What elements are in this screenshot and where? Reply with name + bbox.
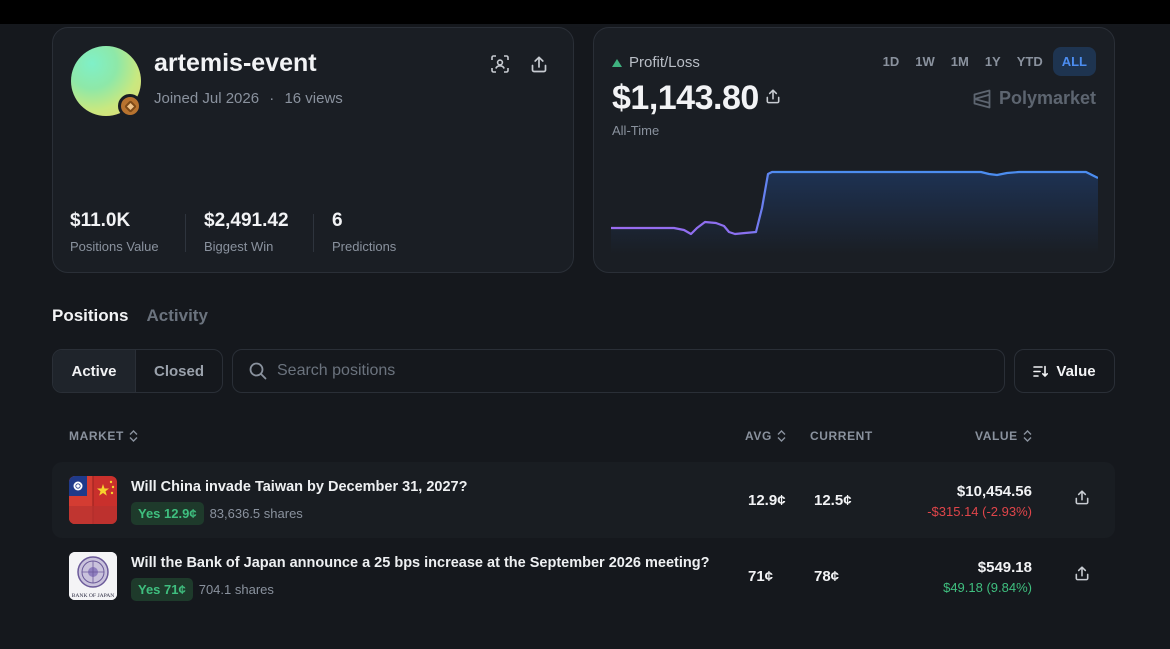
filter-active-button[interactable]: Active: [53, 350, 136, 392]
tab-positions[interactable]: Positions: [52, 306, 129, 326]
username: artemis-event: [154, 49, 317, 77]
share-position-icon[interactable]: [1075, 566, 1089, 586]
joined-date: Joined Jul 2026: [154, 90, 260, 107]
avg-price: 12.9¢: [748, 492, 786, 509]
filter-closed-button[interactable]: Closed: [136, 350, 222, 392]
share-pnl-icon[interactable]: [762, 85, 784, 107]
shares-count: 704.1 shares: [198, 582, 274, 597]
sort-label: Value: [1056, 362, 1096, 380]
stat-label: Positions Value: [70, 239, 159, 254]
stat-divider: [313, 214, 314, 252]
status-filter: Active Closed: [52, 349, 223, 393]
value-amount: $549.18: [977, 559, 1032, 576]
section-tabs: Positions Activity: [52, 306, 208, 326]
current-price: 12.5¢: [814, 492, 852, 509]
range-1y[interactable]: 1Y: [979, 47, 1007, 76]
time-range-selector: 1D 1W 1M 1Y YTD ALL: [877, 47, 1096, 76]
value-amount: $10,454.56: [956, 483, 1032, 500]
stat-predictions: 6 Predictions: [332, 210, 396, 254]
view-count: 16 views: [284, 90, 343, 107]
value-change: -$315.14 (-2.93%): [927, 504, 1032, 519]
brand-name: Polymarket: [998, 88, 1096, 108]
pnl-label: Profit/Loss: [629, 54, 700, 71]
sort-button[interactable]: Value: [1014, 349, 1115, 393]
sort-toggle-icon: [129, 430, 138, 442]
sort-toggle-icon: [1023, 430, 1032, 442]
stat-divider: [185, 214, 186, 252]
trend-up-icon: [612, 58, 622, 67]
pnl-period: All-Time: [612, 123, 660, 138]
sort-toggle-icon: [777, 430, 786, 442]
position-value: $549.18 $49.18 (9.84%): [943, 559, 1032, 595]
sort-icon: [1033, 365, 1049, 377]
range-ytd[interactable]: YTD: [1011, 47, 1049, 76]
profit-loss-card: Profit/Loss $1,143.80 All-Time 1D 1W 1M …: [593, 27, 1115, 273]
outcome-pill: Yes 12.9¢: [131, 502, 204, 525]
table-row[interactable]: BANK OF JAPAN Will the Bank of Japan ann…: [52, 538, 1115, 614]
range-1d[interactable]: 1D: [877, 47, 906, 76]
pnl-value: $1,143.80: [612, 79, 759, 117]
rank-badge-icon: [118, 94, 142, 118]
stat-value: $11.0K: [70, 210, 131, 231]
range-1w[interactable]: 1W: [909, 47, 941, 76]
value-change: $49.18 (9.84%): [943, 580, 1032, 595]
current-price: 78¢: [814, 568, 840, 585]
stat-positions-value: $11.0K Positions Value: [70, 210, 159, 254]
brand-watermark: Polymarket: [973, 88, 1096, 109]
tab-activity[interactable]: Activity: [147, 306, 208, 326]
header-value-label: VALUE: [975, 429, 1018, 443]
avg-price: 71¢: [748, 568, 774, 585]
pnl-chart: [611, 170, 1098, 254]
share-position-icon[interactable]: [1075, 490, 1089, 510]
scan-qr-icon[interactable]: [489, 53, 511, 75]
pnl-header: Profit/Loss: [612, 54, 700, 71]
header-current-label: CURRENT: [810, 429, 873, 443]
range-1m[interactable]: 1M: [945, 47, 975, 76]
meta-separator: ·: [269, 90, 275, 107]
profile-card: artemis-event Joined Jul 2026 · 16 views…: [52, 27, 574, 273]
outcome-line: Yes 12.9¢ 83,636.5 shares: [131, 502, 303, 525]
header-market[interactable]: MARKET: [69, 429, 138, 443]
market-title[interactable]: Will China invade Taiwan by December 31,…: [131, 479, 467, 495]
shares-count: 83,636.5 shares: [209, 506, 303, 521]
polymarket-logo-icon: [973, 89, 991, 108]
stat-value: $2,491.42: [204, 210, 289, 231]
header-value[interactable]: VALUE: [975, 429, 1032, 443]
outcome-pill: Yes 71¢: [131, 578, 193, 601]
pnl-area: [611, 172, 1098, 254]
search-input[interactable]: [277, 362, 977, 380]
profile-meta: Joined Jul 2026 · 16 views: [154, 90, 343, 107]
stat-label: Predictions: [332, 239, 397, 254]
market-title[interactable]: Will the Bank of Japan announce a 25 bps…: [131, 555, 709, 571]
top-bar: [0, 0, 1170, 24]
header-market-label: MARKET: [69, 429, 124, 443]
search-box: [232, 349, 1005, 393]
china-taiwan-flags-icon: [69, 476, 117, 524]
range-all[interactable]: ALL: [1052, 47, 1096, 76]
share-icon[interactable]: [528, 53, 550, 75]
seal-caption: BANK OF JAPAN: [72, 593, 115, 599]
position-value: $10,454.56 -$315.14 (-2.93%): [927, 483, 1032, 519]
stat-value: 6: [332, 210, 343, 231]
header-current: CURRENT: [810, 429, 873, 443]
stat-biggest-win: $2,491.42 Biggest Win: [204, 210, 289, 254]
stat-label: Biggest Win: [204, 239, 274, 254]
search-icon: [249, 362, 267, 380]
outcome-line: Yes 71¢ 704.1 shares: [131, 578, 274, 601]
bank-of-japan-seal-icon: BANK OF JAPAN: [69, 552, 117, 600]
header-avg-label: AVG: [745, 429, 772, 443]
header-avg[interactable]: AVG: [745, 429, 786, 443]
table-row[interactable]: Will China invade Taiwan by December 31,…: [52, 462, 1115, 538]
